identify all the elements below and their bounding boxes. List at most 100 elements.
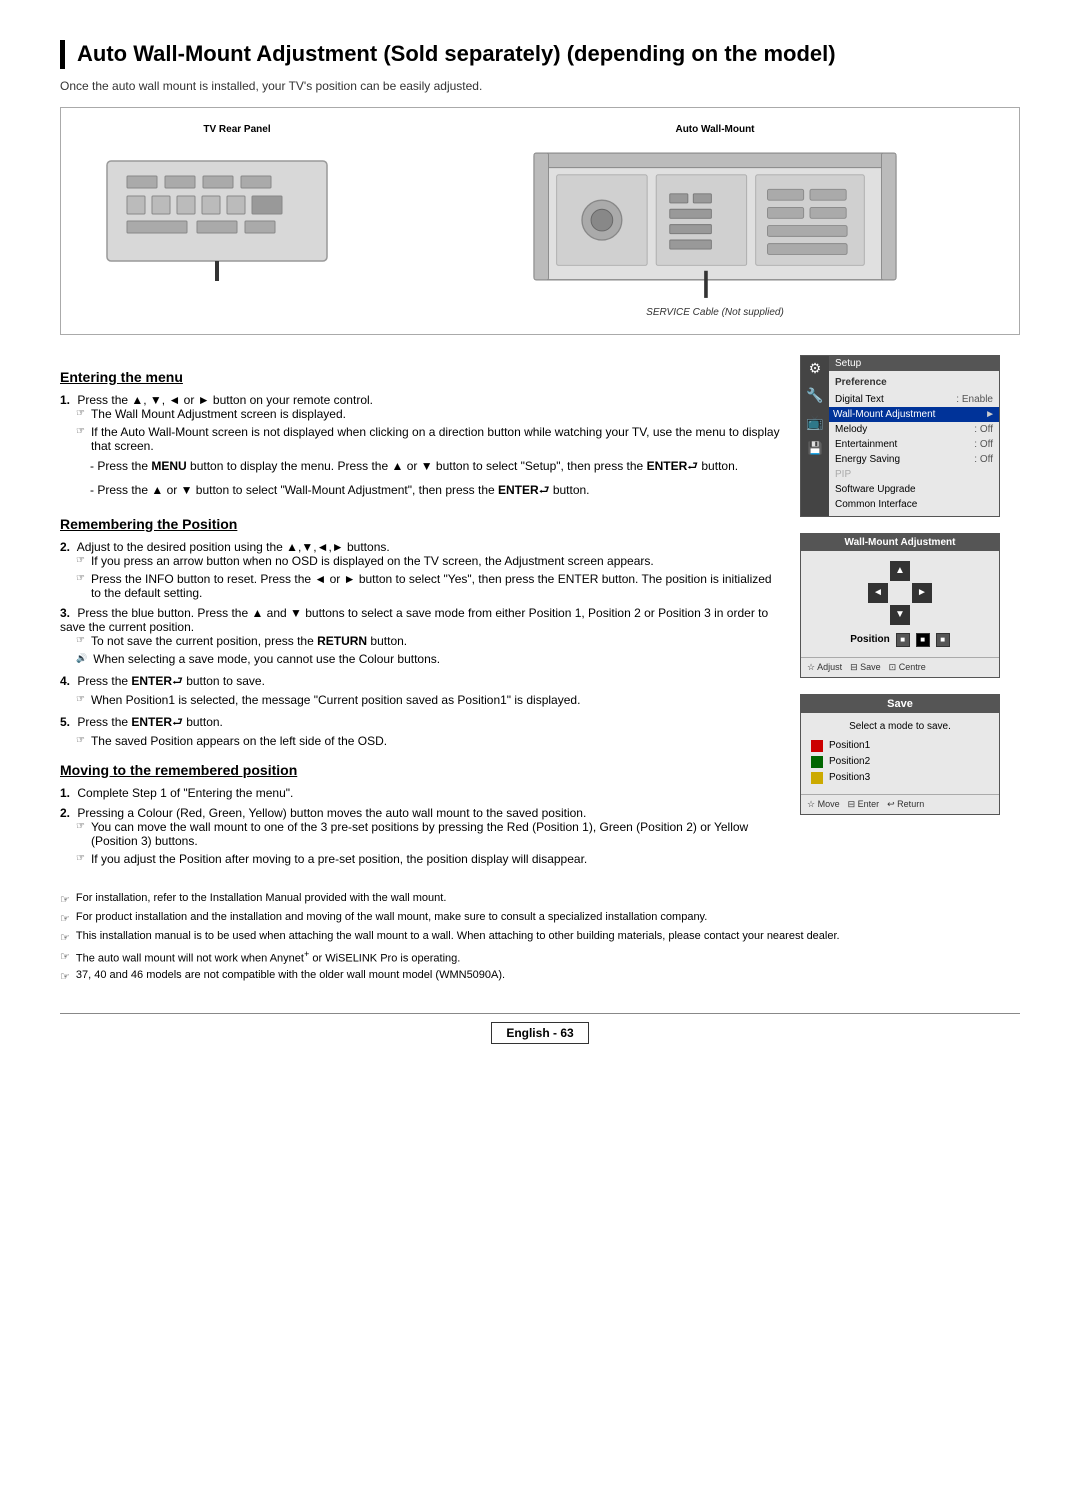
bottom-note-3-text: This installation manual is to be used w… (76, 930, 840, 942)
moving-position-heading: Moving to the remembered position (60, 762, 780, 778)
dash-2: - Press the ▲ or ▼ button to select "Wal… (60, 481, 780, 502)
remembering-position-list: 2. Adjust to the desired position using … (60, 540, 780, 748)
step-4: 4. Press the ENTER⮐ button to save. ☞ Wh… (60, 672, 780, 707)
setup-panel-content: Preference Digital Text : Enable Wall-Mo… (829, 371, 999, 516)
step-1-text: Press the ▲, ▼, ◄ or ► button on your re… (77, 393, 373, 407)
save-header: Save (801, 695, 999, 713)
setup-panel-top: Setup (829, 356, 999, 371)
setup-item-entertainment: Entertainment : Off (835, 437, 993, 452)
dash-1: - Press the MENU button to display the m… (60, 457, 780, 478)
move-note-2-text: If you adjust the Position after moving … (91, 852, 587, 866)
setup-menu-panel: ⚙ 🔧 📺 💾 Setup Preference Digital Text : … (800, 355, 1000, 517)
right-column: ⚙ 🔧 📺 💾 Setup Preference Digital Text : … (800, 355, 1020, 872)
bottom-note-3: ☞ This installation manual is to be used… (60, 930, 1020, 944)
save-option-3: Position3 (811, 770, 989, 786)
note-6-text: When selecting a save mode, you cannot u… (93, 652, 440, 666)
pos-box-2: ■ (916, 633, 930, 647)
move-step-1: 1. Complete Step 1 of "Entering the menu… (60, 786, 780, 800)
bottom-note-4-text: The auto wall mount will not work when A… (76, 949, 460, 965)
setup-item-wall-mount: Wall-Mount Adjustment ► (829, 407, 999, 422)
bottom-note-icon-1: ☞ (60, 893, 70, 906)
remembering-position-heading: Remembering the Position (60, 516, 780, 532)
note-7-text: When Position1 is selected, the message … (91, 693, 580, 707)
wma-header: Wall-Mount Adjustment (801, 534, 999, 551)
position3-label: Position3 (829, 772, 870, 783)
save-body: Select a mode to save. Position1 Positio… (801, 713, 999, 794)
arrow-left: ◄ (868, 583, 888, 603)
wma-save-label: ⊟ Save (850, 662, 881, 673)
bottom-note-1-text: For installation, refer to the Installat… (76, 892, 447, 904)
step-2-text: Adjust to the desired position using the… (77, 540, 390, 554)
move-step-2: 2. Pressing a Colour (Red, Green, Yellow… (60, 806, 780, 866)
tv-rear-label: TV Rear Panel (203, 124, 270, 135)
step-2: 2. Adjust to the desired position using … (60, 540, 780, 600)
setup-icon-1: ⚙ (809, 360, 822, 377)
save-move-label: ☆ Move (807, 799, 840, 810)
step-5-text: Press the ENTER⮐ button. (77, 715, 223, 729)
setup-tab-label: Setup (835, 358, 861, 369)
entering-menu-heading: Entering the menu (60, 369, 780, 385)
wall-mount-svg (525, 141, 905, 301)
setup-item-common-interface: Common Interface (835, 497, 993, 512)
bottom-note-icon-4: ☞ (60, 950, 70, 963)
wma-centre-label: ⊡ Centre (889, 662, 926, 673)
diagram-box: TV Rear Panel Auto Wall-Mount (60, 107, 1020, 335)
tv-rear-panel-diagram: TV Rear Panel (77, 124, 397, 281)
bottom-note-4: ☞ The auto wall mount will not work when… (60, 949, 1020, 965)
note-2-text: If the Auto Wall-Mount screen is not dis… (91, 425, 780, 453)
setup-item-pip: PIP (835, 467, 993, 482)
note-7: ☞ When Position1 is selected, the messag… (60, 693, 780, 707)
wall-mount-adjustment-panel: Wall-Mount Adjustment ▲ ◄ ► ▼ Position ■ (800, 533, 1000, 678)
save-option-2: Position2 (811, 754, 989, 770)
note-4: ☞ Press the INFO button to reset. Press … (60, 572, 780, 600)
note-8: ☞ The saved Position appears on the left… (60, 734, 780, 748)
wma-footer: ☆ Adjust ⊟ Save ⊡ Centre (801, 657, 999, 677)
bottom-note-5-text: 37, 40 and 46 models are not compatible … (76, 969, 505, 981)
footer-label: English - 63 (491, 1022, 588, 1044)
move-step-1-text: Complete Step 1 of "Entering the menu". (77, 786, 293, 800)
empty-bottom-right (912, 605, 932, 625)
note-2: ☞ If the Auto Wall-Mount screen is not d… (60, 425, 780, 453)
position1-label: Position1 (829, 740, 870, 751)
step-5: 5. Press the ENTER⮐ button. ☞ The saved … (60, 713, 780, 748)
setup-icon-4: 💾 (808, 441, 823, 455)
position1-color-box (811, 740, 823, 752)
note-3: ☞ If you press an arrow button when no O… (60, 554, 780, 568)
position2-color-box (811, 756, 823, 768)
bottom-note-2: ☞ For product installation and the insta… (60, 911, 1020, 925)
setup-item-energy-saving: Energy Saving : Off (835, 452, 993, 467)
bottom-note-icon-2: ☞ (60, 912, 70, 925)
bottom-note-5: ☞ 37, 40 and 46 models are not compatibl… (60, 969, 1020, 983)
empty-top-left (868, 561, 888, 581)
setup-icon-2: 🔧 (806, 387, 823, 404)
pos-box-1: ■ (896, 633, 910, 647)
step-3: 3. Press the blue button. Press the ▲ an… (60, 606, 780, 666)
note-4-text: Press the INFO button to reset. Press th… (91, 572, 780, 600)
wma-adjust-label: ☆ Adjust (807, 662, 842, 673)
arrow-right: ► (912, 583, 932, 603)
preference-label: Preference (835, 375, 993, 392)
bottom-note-icon-5: ☞ (60, 970, 70, 983)
note-3-text: If you press an arrow button when no OSD… (91, 554, 654, 568)
arrow-up: ▲ (890, 561, 910, 581)
step-1: 1. Press the ▲, ▼, ◄ or ► button on your… (60, 393, 780, 502)
position2-label: Position2 (829, 756, 870, 767)
empty-top-right (912, 561, 932, 581)
bottom-notes: ☞ For installation, refer to the Install… (60, 892, 1020, 984)
save-panel: Save Select a mode to save. Position1 Po… (800, 694, 1000, 815)
note-1: ☞ The Wall Mount Adjustment screen is di… (60, 407, 780, 421)
auto-wall-mount-diagram: Auto Wall-Mount (427, 124, 1003, 318)
page-title: Auto Wall-Mount Adjustment (Sold separat… (60, 40, 1020, 69)
note-6: 🔊 When selecting a save mode, you cannot… (60, 652, 780, 666)
wall-mount-label: Auto Wall-Mount (675, 124, 754, 135)
entering-menu-list: 1. Press the ▲, ▼, ◄ or ► button on your… (60, 393, 780, 502)
page-subtitle: Once the auto wall mount is installed, y… (60, 79, 1020, 93)
position-label: Position (850, 634, 889, 645)
move-step-2-text: Pressing a Colour (Red, Green, Yellow) b… (77, 806, 586, 820)
arrow-down: ▼ (890, 605, 910, 625)
position-row: Position ■ ■ ■ (850, 633, 949, 647)
bottom-note-1: ☞ For installation, refer to the Install… (60, 892, 1020, 906)
moving-position-section: Moving to the remembered position 1. Com… (60, 762, 780, 866)
save-enter-label: ⊟ Enter (848, 799, 880, 810)
arrow-center (890, 583, 910, 603)
